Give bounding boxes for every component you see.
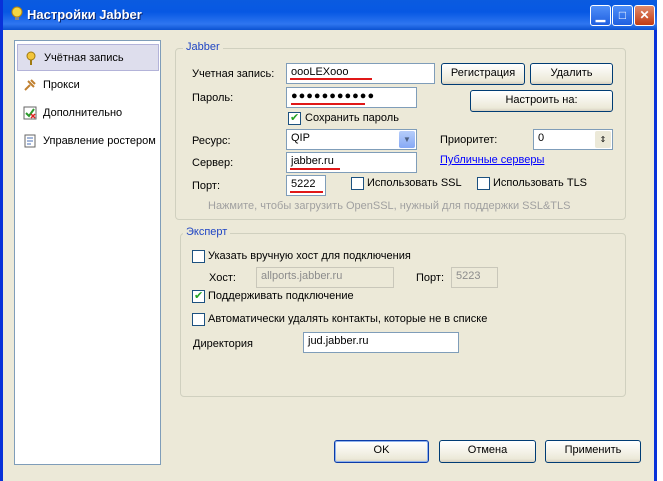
sidebar-item-label: Прокси: [43, 79, 80, 91]
priority-value: 0: [538, 132, 545, 144]
spinner-arrows-icon[interactable]: ⇕: [595, 131, 611, 148]
sidebar-item-roster[interactable]: Управление ростером: [17, 128, 159, 155]
expert-group-legend: Эксперт: [183, 226, 231, 238]
server-label: Сервер:: [192, 157, 234, 169]
user-key-icon: [26, 51, 36, 65]
expert-port-input[interactable]: 5223: [451, 267, 498, 288]
maximize-icon: □: [618, 8, 627, 22]
window-title: Настройки Jabber: [27, 7, 142, 22]
directory-input[interactable]: jud.jabber.ru: [303, 332, 459, 353]
public-servers-link[interactable]: Публичные серверы: [440, 154, 544, 166]
autodelete-label: Автоматически удалять контакты, которые …: [208, 313, 488, 325]
resource-label: Ресурс:: [192, 135, 231, 147]
port-label: Порт:: [192, 180, 220, 192]
background-edge: [657, 0, 663, 481]
use-tls-label: Использовать TLS: [493, 177, 588, 189]
delete-button[interactable]: Удалить: [530, 63, 613, 85]
settings-sidebar: Учётная запись Прокси Дополнительно Упра…: [14, 40, 161, 465]
openssl-hint-link[interactable]: Нажмите, чтобы загрузить OpenSSL, нужный…: [208, 200, 570, 212]
close-button[interactable]: ✕: [634, 5, 655, 26]
sidebar-item-label: Учётная запись: [44, 52, 124, 64]
manual-host-label: Указать вручную хост для подключения: [208, 250, 411, 262]
account-input[interactable]: oooLEXooo: [286, 63, 435, 84]
use-tls-checkbox[interactable]: [477, 177, 490, 190]
autodelete-checkbox[interactable]: [192, 313, 205, 326]
plug-icon: [24, 79, 36, 91]
save-password-label: Сохранить пароль: [305, 112, 399, 124]
expert-port-label: Порт:: [416, 272, 444, 284]
host-input[interactable]: allports.jabber.ru: [256, 267, 394, 288]
resource-dropdown[interactable]: QIP ▼: [286, 129, 417, 150]
jabber-bulb-icon: [11, 6, 23, 20]
priority-label: Приоритет:: [440, 134, 498, 146]
resource-value: QIP: [291, 132, 310, 144]
port-annotation-underline: [290, 191, 323, 193]
account-annotation-underline: [290, 78, 372, 80]
directory-label: Директория: [193, 338, 254, 350]
configure-button[interactable]: Настроить на:: [470, 90, 613, 112]
minimize-button[interactable]: ▁: [590, 5, 611, 26]
cancel-button[interactable]: Отмена: [439, 440, 536, 463]
sidebar-item-advanced[interactable]: Дополнительно: [17, 100, 159, 127]
sidebar-item-proxy[interactable]: Прокси: [17, 72, 159, 99]
apply-button[interactable]: Применить: [545, 440, 641, 463]
host-label: Хост:: [209, 272, 236, 284]
jabber-group-legend: Jabber: [183, 41, 223, 53]
use-ssl-checkbox[interactable]: [351, 177, 364, 190]
sidebar-item-account[interactable]: Учётная запись: [17, 44, 159, 71]
server-annotation-underline: [290, 168, 340, 170]
title-bar[interactable]: Настройки Jabber ▁ □ ✕: [3, 0, 660, 30]
use-ssl-label: Использовать SSL: [367, 177, 462, 189]
close-icon: ✕: [639, 8, 650, 22]
save-password-checkbox[interactable]: [288, 111, 301, 125]
minimize-icon: ▁: [595, 8, 606, 22]
sidebar-item-label: Управление ростером: [43, 135, 156, 147]
keepalive-label: Поддерживать подключение: [208, 290, 354, 302]
manual-host-checkbox[interactable]: [192, 250, 205, 263]
priority-spinner[interactable]: 0 ⇕: [533, 129, 613, 150]
password-label: Пароль:: [192, 92, 234, 104]
register-button[interactable]: Регистрация: [441, 63, 525, 85]
password-annotation-underline: [291, 103, 365, 105]
ok-button[interactable]: OK: [334, 440, 429, 463]
account-label: Учетная запись:: [192, 68, 275, 80]
chevron-down-icon[interactable]: ▼: [399, 131, 415, 148]
settings-window: Настройки Jabber ▁ □ ✕ Учётная запись Пр…: [0, 0, 660, 481]
maximize-button[interactable]: □: [612, 5, 633, 26]
sidebar-item-label: Дополнительно: [43, 107, 123, 119]
document-icon: [24, 134, 36, 148]
keepalive-checkbox[interactable]: [192, 289, 205, 303]
checklist-icon: [23, 106, 37, 120]
